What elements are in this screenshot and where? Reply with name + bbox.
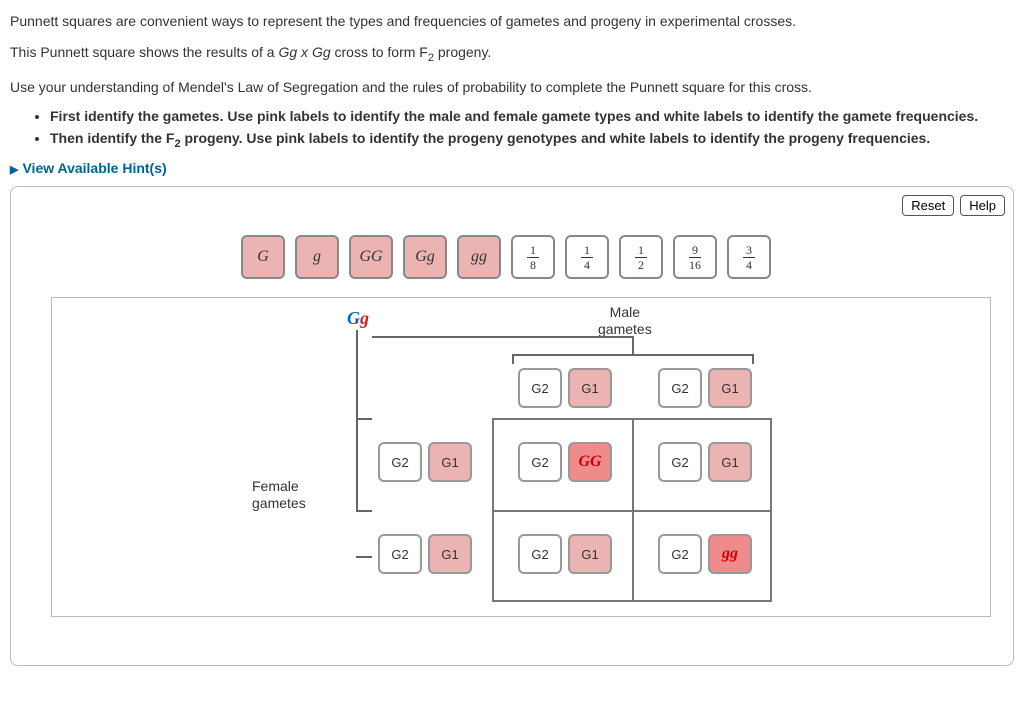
slot-progeny-r2c1-freq[interactable]: G2	[518, 534, 562, 574]
slot-female-row1-freq[interactable]: G2	[378, 442, 422, 482]
token-frac-1-2[interactable]: 12	[619, 235, 663, 279]
slot-male-col2-freq[interactable]: G2	[658, 368, 702, 408]
instruction-2: Then identify the F2 progeny. Use pink l…	[50, 130, 1014, 150]
intro-paragraph-1: Punnett squares are convenient ways to r…	[10, 12, 1014, 31]
slot-female-row2-type[interactable]: G1	[428, 534, 472, 574]
reset-button[interactable]: Reset	[902, 195, 954, 216]
chevron-right-icon: ▶	[10, 164, 18, 176]
token-pink-gg[interactable]: gg	[457, 235, 501, 279]
male-gametes-label: Male gametes	[598, 304, 652, 338]
token-frac-1-8[interactable]: 18	[511, 235, 555, 279]
token-pink-G[interactable]: G	[241, 235, 285, 279]
token-tray: G g GG Gg gg 18 14 12 916 34	[241, 235, 1003, 279]
slot-progeny-r1c1-type[interactable]: GG	[568, 442, 612, 482]
token-frac-9-16[interactable]: 916	[673, 235, 717, 279]
view-hints-toggle[interactable]: ▶View Available Hint(s)	[10, 160, 1014, 176]
intro-paragraph-2: This Punnett square shows the results of…	[10, 43, 1014, 66]
token-pink-g[interactable]: g	[295, 235, 339, 279]
slot-progeny-r1c1-freq[interactable]: G2	[518, 442, 562, 482]
slot-progeny-r2c1-type[interactable]: G1	[568, 534, 612, 574]
instruction-1: First identify the gametes. Use pink lab…	[50, 108, 1014, 124]
slot-progeny-r2c2-type[interactable]: gg	[708, 534, 752, 574]
slot-progeny-r1c2-freq[interactable]: G2	[658, 442, 702, 482]
token-frac-3-4[interactable]: 34	[727, 235, 771, 279]
slot-male-col1-type[interactable]: G1	[568, 368, 612, 408]
slot-female-row2-freq[interactable]: G2	[378, 534, 422, 574]
intro-paragraph-3: Use your understanding of Mendel's Law o…	[10, 78, 1014, 97]
parent-genotype-label: Gg	[347, 308, 369, 329]
token-frac-1-4[interactable]: 14	[565, 235, 609, 279]
slot-progeny-r2c2-freq[interactable]: G2	[658, 534, 702, 574]
activity-panel: Reset Help G g GG Gg gg 18 14 12 916 34 …	[10, 186, 1014, 666]
token-pink-Gg[interactable]: Gg	[403, 235, 447, 279]
slot-progeny-r1c2-type[interactable]: G1	[708, 442, 752, 482]
slot-female-row1-type[interactable]: G1	[428, 442, 472, 482]
slot-male-col2-type[interactable]: G1	[708, 368, 752, 408]
slot-male-col1-freq[interactable]: G2	[518, 368, 562, 408]
punnett-stage: Gg Male gametes Female gametes G2 G1 G2 …	[51, 297, 991, 617]
help-button[interactable]: Help	[960, 195, 1005, 216]
token-pink-GG[interactable]: GG	[349, 235, 393, 279]
female-gametes-label: Female gametes	[252, 478, 306, 512]
